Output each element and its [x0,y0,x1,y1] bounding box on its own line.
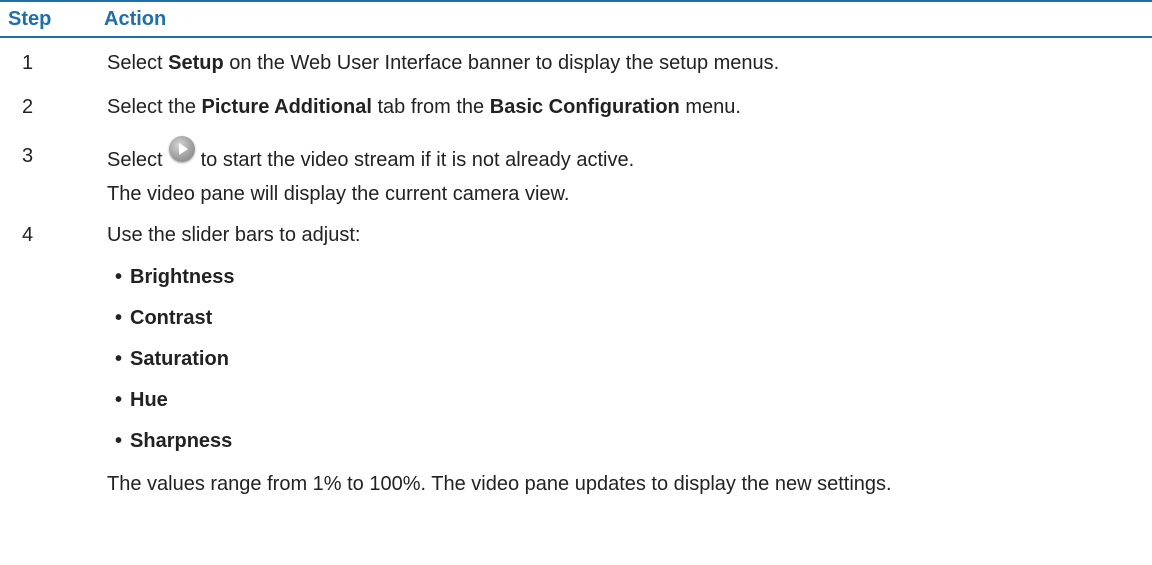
step-text: Select the Picture Additional tab from t… [107,95,741,119]
bullet-item: • Brightness [115,266,235,288]
text-run: menu. [679,96,741,118]
step-number: 2 [22,96,34,118]
ui-term-picture-additional: Picture Additional [201,96,372,118]
bullet-label: Saturation [130,348,229,370]
table-header: Step Action [0,0,1152,38]
ui-term-basic-configuration: Basic Configuration [489,96,680,118]
procedure-table: Step Action 1 Select Setup on the Web Us… [0,0,1152,495]
bullet-item: • Hue [115,389,168,411]
text-run: Select the [107,96,202,118]
step-text: Select to start the video stream if it is… [107,136,635,172]
step-number: 1 [22,52,34,74]
header-action: Action [104,8,167,30]
bullet-item: • Sharpness [115,430,233,452]
header-step: Step [8,8,52,30]
step-text: Select Setup on the Web User Interface b… [107,51,779,75]
text-run: tab from the [371,96,490,118]
bullet-label: Hue [130,389,168,411]
ui-term-setup: Setup [168,52,224,74]
text-run: Select [107,149,163,171]
play-icon [168,136,195,162]
bullet-label: Contrast [130,307,213,329]
step-text: Use the slider bars to adjust: [107,224,361,246]
text-run: Select [107,52,169,74]
text-run: to start the video stream if it is not a… [200,149,635,171]
bullet-item: • Contrast [115,307,213,329]
step-note: The video pane will display the current … [107,183,570,205]
bullet-label: Sharpness [130,430,233,452]
bullet-label: Brightness [130,266,235,288]
step-note: The values range from 1% to 100%. The vi… [107,473,892,495]
step-number: 4 [22,224,34,246]
step-number: 3 [22,145,34,167]
bullet-item: • Saturation [115,348,229,370]
text-run: on the Web User Interface banner to disp… [223,52,780,74]
